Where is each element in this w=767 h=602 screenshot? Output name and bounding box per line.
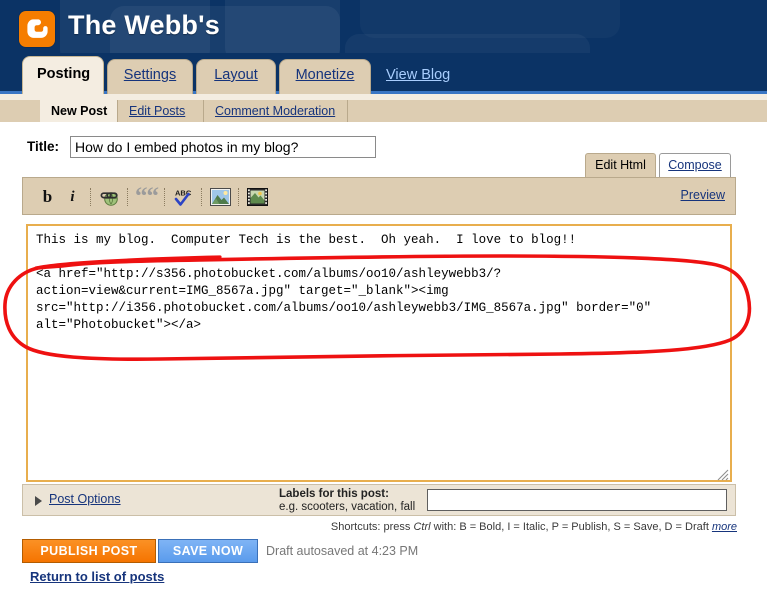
tab-settings[interactable]: Settings [107,59,193,94]
italic-icon[interactable]: i [60,186,85,209]
labels-input[interactable] [427,489,727,511]
link-icon[interactable] [97,186,122,209]
page-title: The Webb's [68,10,220,40]
video-filmstrip-glyph [247,188,268,206]
tab-compose[interactable]: Compose [659,153,731,177]
shortcuts-prefix: Shortcuts: press [330,521,414,533]
post-options-link[interactable]: Post Options [49,492,121,506]
save-now-button[interactable]: SAVE NOW [158,539,258,563]
preview-link[interactable]: Preview [681,188,725,202]
blockquote-icon[interactable]: ““ [134,182,159,210]
editor-toolbar-panel: Preview b i ““ ABC [22,177,736,215]
labels-example: e.g. scooters, vacation, fall [279,501,416,513]
subtab-new-post[interactable]: New Post [40,100,118,122]
tab-posting[interactable]: Posting [22,56,104,94]
subtab-edit-posts[interactable]: Edit Posts [118,100,204,122]
blogger-logo-icon[interactable] [19,11,55,47]
keyboard-shortcuts-hint: Shortcuts: press Ctrl with: B = Bold, I … [331,521,737,533]
header-decoration-shape [360,0,620,38]
tab-edit-html[interactable]: Edit Html [585,153,656,177]
shortcuts-ctrl: Ctrl [413,521,431,533]
blockquote-glyph: ““ [135,182,159,210]
formatting-toolbar: b i ““ ABC [35,182,270,210]
bold-icon[interactable]: b [35,186,60,209]
toolbar-divider [201,188,203,206]
italic-glyph: i [70,188,75,205]
toolbar-divider [127,188,129,206]
insert-image-icon[interactable] [208,186,233,209]
link-globe-glyph [100,191,118,206]
return-to-list-of-posts-link[interactable]: Return to list of posts [30,569,164,584]
image-glyph [210,188,231,206]
view-blog-link[interactable]: View Blog [386,67,450,83]
tab-monetize[interactable]: Monetize [279,59,371,94]
toolbar-divider [90,188,92,206]
spellcheck-glyph: ABC [174,189,191,206]
blogger-b-glyph [27,19,48,38]
shortcuts-with: with: [430,521,460,533]
spellcheck-icon[interactable]: ABC [171,186,196,209]
labels-heading: Labels for this post: [279,488,389,500]
post-title-input[interactable] [70,136,376,158]
labels-help-text: Labels for this post: e.g. scooters, vac… [279,488,415,514]
title-label: Title: [27,139,60,154]
insert-video-icon[interactable] [245,186,270,209]
main-tab-bar: Posting Settings Layout Monetize View Bl… [0,53,767,94]
toolbar-divider [164,188,166,206]
shortcuts-items: B = Bold, I = Italic, P = Publish, S = S… [459,521,709,533]
subtab-comment-moderation[interactable]: Comment Moderation [204,100,348,122]
bold-glyph: b [42,187,53,206]
app-header: The Webb's [0,0,767,60]
chevron-right-icon[interactable] [35,496,42,506]
publish-post-button[interactable]: PUBLISH POST [22,539,156,563]
post-options-bar: Post Options Labels for this post: e.g. … [22,484,736,516]
tab-layout[interactable]: Layout [196,59,276,94]
autosave-status: Draft autosaved at 4:23 PM [266,544,419,558]
post-body-html-textarea[interactable]: This is my blog. Computer Tech is the be… [26,224,732,482]
shortcuts-more-link[interactable]: more [712,521,737,533]
toolbar-divider [238,188,240,206]
